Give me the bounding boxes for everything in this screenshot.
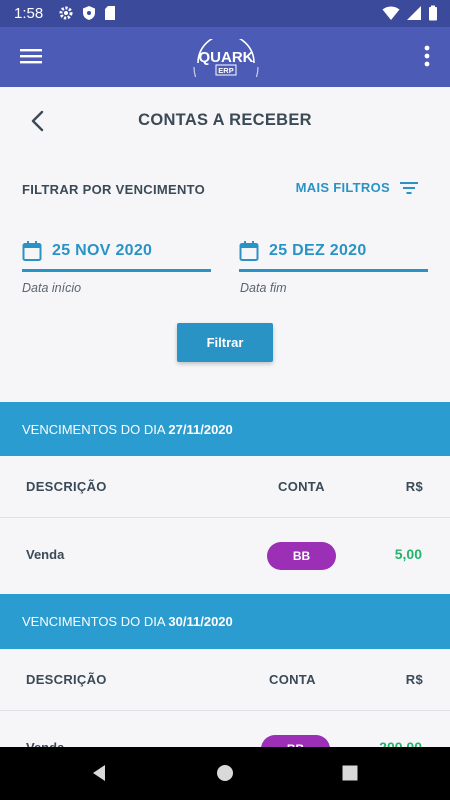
column-descricao: DESCRIÇÃO [26, 479, 107, 494]
calendar-icon [239, 240, 259, 261]
table-row[interactable]: Venda BB 5,00 [0, 518, 450, 594]
system-navigation-bar [0, 747, 450, 800]
sd-card-icon [105, 6, 115, 20]
shield-icon [83, 6, 95, 20]
row-description: Venda [26, 547, 65, 562]
wifi-icon [382, 6, 400, 20]
due-day-header: VENCIMENTOS DO DIA 27/11/2020 [0, 402, 450, 458]
status-system-icons [382, 5, 438, 21]
due-day-prefix: VENCIMENTOS DO DIA [22, 422, 169, 437]
hamburger-menu-icon[interactable] [20, 47, 42, 65]
settings-icon [59, 6, 73, 20]
account-badge: BB [267, 542, 336, 570]
nav-recents-icon[interactable] [341, 764, 359, 782]
due-day-date: 27/11/2020 [168, 422, 233, 437]
status-time: 1:58 [14, 5, 44, 22]
screen: 1:58 QUARK ERP CONTAS A RECEBER FILTRAR … [0, 0, 450, 800]
table-header: DESCRIÇÃO CONTA R$ [0, 456, 450, 518]
start-date-field[interactable]: 25 NOV 2020 [22, 232, 211, 272]
signal-icon [407, 6, 421, 20]
end-date-value: 25 DEZ 2020 [269, 241, 367, 259]
nav-home-icon[interactable] [216, 764, 234, 782]
column-valor: R$ [405, 672, 423, 687]
column-descricao: DESCRIÇÃO [26, 672, 107, 687]
filter-list-icon [400, 181, 418, 194]
logo-subtext: ERP [218, 66, 233, 75]
more-options-icon[interactable] [424, 45, 430, 67]
calendar-icon [22, 240, 42, 261]
nav-back-icon[interactable] [90, 764, 108, 782]
app-bar: QUARK ERP [0, 27, 450, 100]
filter-label: FILTRAR POR VENCIMENTO [22, 182, 206, 197]
due-day-prefix: VENCIMENTOS DO DIA [22, 614, 169, 629]
column-conta: CONTA [278, 479, 325, 494]
battery-icon [429, 5, 437, 21]
due-day-date: 30/11/2020 [168, 614, 233, 629]
end-date-field[interactable]: 25 DEZ 2020 [239, 232, 428, 272]
end-date-caption: Data fim [240, 281, 287, 295]
column-valor: R$ [405, 479, 423, 494]
status-notification-icons [58, 5, 116, 21]
filter-button[interactable]: Filtrar [177, 323, 273, 362]
start-date-value: 25 NOV 2020 [52, 241, 153, 259]
row-amount: 5,00 [394, 546, 422, 562]
start-date-caption: Data início [22, 281, 82, 295]
page-header: CONTAS A RECEBER [0, 87, 450, 155]
more-filters-label: MAIS FILTROS [295, 180, 390, 195]
due-day-header: VENCIMENTOS DO DIA 30/11/2020 [0, 594, 450, 650]
quark-erp-logo: QUARK ERP [188, 34, 264, 100]
table-header: DESCRIÇÃO CONTA R$ [0, 649, 450, 711]
column-conta: CONTA [269, 672, 316, 687]
more-filters-button[interactable]: MAIS FILTROS [296, 180, 418, 195]
logo-text: QUARK [199, 49, 254, 66]
page-title: CONTAS A RECEBER [138, 111, 312, 129]
status-bar: 1:58 [0, 0, 450, 27]
